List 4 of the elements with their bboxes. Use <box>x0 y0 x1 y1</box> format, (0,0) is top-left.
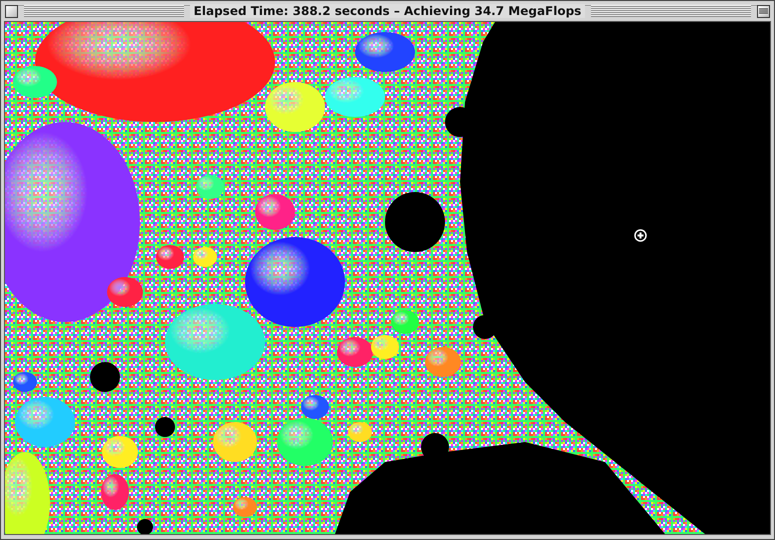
close-box-icon[interactable] <box>5 4 18 18</box>
crosshair-cursor-icon <box>634 229 647 242</box>
window-title: Elapsed Time: 388.2 seconds – Achieving 34.7 MegaFlops <box>190 4 586 18</box>
collapse-box-icon[interactable] <box>757 4 770 18</box>
